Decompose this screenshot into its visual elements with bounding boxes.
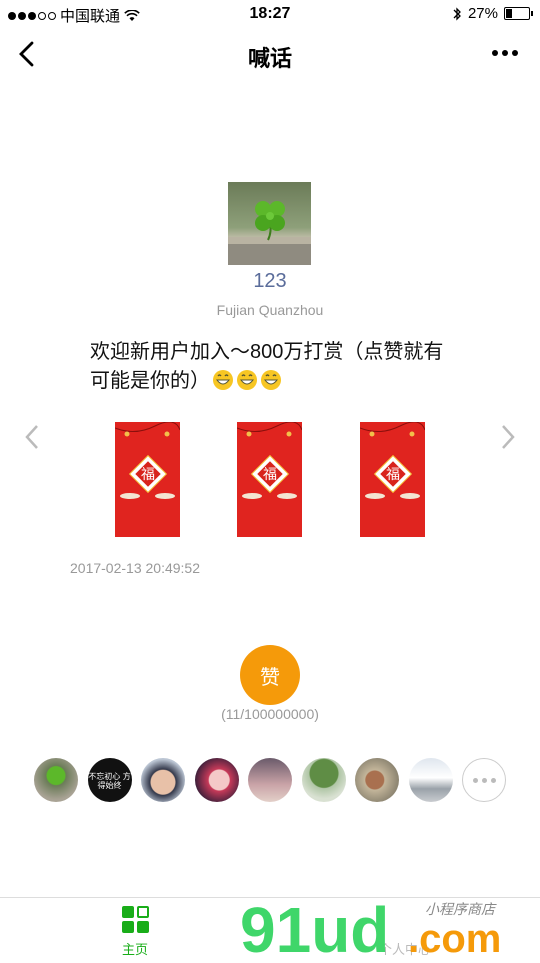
tab-bar: 主页 个人中心 — [0, 897, 540, 961]
like-button[interactable]: 赞 — [240, 645, 300, 705]
battery-icon — [504, 7, 533, 20]
svg-text:福: 福 — [386, 467, 400, 483]
liker-avatar[interactable] — [34, 758, 78, 802]
liker-avatar[interactable] — [355, 758, 399, 802]
liker-avatar[interactable] — [301, 758, 346, 802]
post-message: 欢迎新用户加入～800万打赏（点赞就有可能是你的） — [90, 338, 460, 396]
bluetooth-icon — [453, 6, 461, 21]
author-location: Fujian Quanzhou — [216, 302, 324, 318]
author-username[interactable]: 123 — [0, 270, 540, 293]
liker-avatar[interactable] — [248, 758, 292, 802]
chevron-left-icon[interactable] — [22, 422, 42, 452]
red-packet-image[interactable]: 福 — [237, 422, 302, 537]
battery-percent: 27% — [467, 5, 498, 22]
liker-avatar[interactable] — [408, 758, 453, 802]
status-right: 27% — [452, 5, 533, 22]
liker-avatar[interactable]: 不忘初心 方得始终 — [87, 758, 132, 802]
more-likers-button[interactable] — [462, 758, 506, 802]
fu-card-icon: 福 — [115, 422, 180, 499]
grin-emoji-icon — [213, 370, 233, 390]
author-avatar[interactable] — [228, 182, 311, 265]
post-timestamp: 2017-02-13 20:49:52 — [70, 560, 200, 576]
liker-avatar[interactable] — [141, 758, 185, 802]
grin-emoji-icon — [237, 370, 257, 390]
red-packet-image[interactable]: 福 — [360, 422, 425, 537]
liker-avatars: 不忘初心 方得始终 — [34, 758, 506, 802]
red-packet-image[interactable]: 福 — [115, 422, 180, 537]
like-count: (11/100000000) — [221, 706, 319, 722]
navigation-bar: 喊话 — [0, 28, 540, 80]
more-options-icon[interactable] — [492, 50, 518, 56]
liker-avatar[interactable] — [194, 758, 239, 802]
status-bar: 中国联通 18:27 27% — [0, 0, 540, 28]
fu-card-icon: 福 — [360, 422, 425, 499]
tab-personal[interactable]: 个人中心 — [350, 906, 460, 958]
grin-emoji-icon — [261, 370, 281, 390]
fu-card-icon: 福 — [237, 422, 302, 499]
svg-text:福: 福 — [141, 467, 155, 483]
liker-avatar-text: 不忘初心 方得始终 — [88, 772, 131, 790]
home-grid-icon — [121, 906, 149, 933]
tab-home-label: 主页 — [121, 942, 148, 957]
chevron-right-icon[interactable] — [498, 422, 518, 452]
page-title: 喊话 — [247, 46, 292, 71]
svg-text:福: 福 — [263, 467, 277, 483]
clover-icon — [228, 201, 311, 265]
tab-personal-label: 个人中心 — [378, 942, 431, 957]
tab-home[interactable]: 主页 — [80, 906, 190, 958]
